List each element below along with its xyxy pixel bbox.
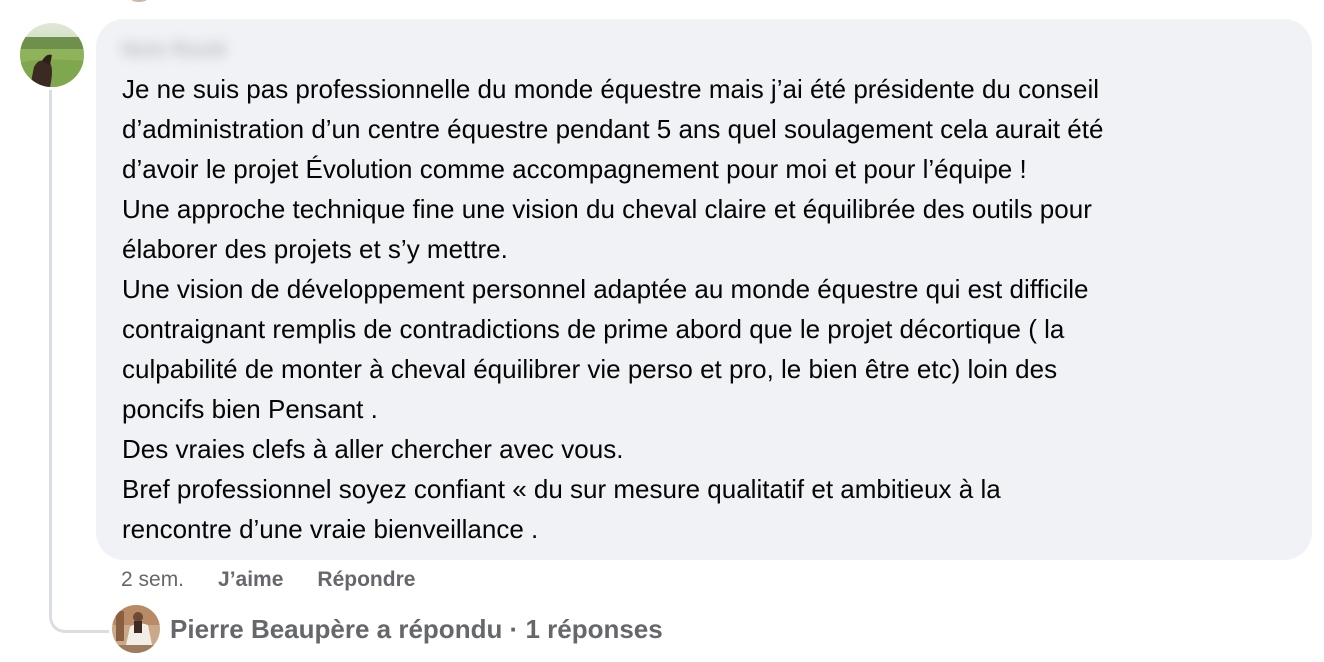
comment-line: d’avoir le projet Évolution comme accomp… <box>122 154 1027 184</box>
reply-summary-text[interactable]: Pierre Beaupère a répondu · 1 réponses <box>170 614 663 645</box>
previous-avatar-edge <box>126 0 152 2</box>
commenter-avatar[interactable] <box>20 23 84 87</box>
comment-line: contraignant remplis de contradictions d… <box>122 314 1065 344</box>
comment-thread: Nom flouté Je ne suis pas professionnell… <box>0 0 1324 662</box>
replier-avatar <box>112 605 160 653</box>
comment-line: Une approche technique fine une vision d… <box>122 194 1092 224</box>
reply-button[interactable]: Répondre <box>317 568 415 592</box>
comment-line: d’administration d’un centre équestre pe… <box>122 114 1104 144</box>
comment-line: poncifs bien Pensant . <box>122 394 378 424</box>
comment-timestamp[interactable]: 2 sem. <box>121 568 184 592</box>
comment-line: Une vision de développement personnel ad… <box>122 274 1089 304</box>
like-button[interactable]: J’aime <box>218 568 283 592</box>
comment-line: Bref professionnel soyez confiant « du s… <box>122 474 1001 504</box>
view-replies-link[interactable]: Pierre Beaupère a répondu · 1 réponses <box>112 605 663 653</box>
comment-line: rencontre d’une vraie bienveillance . <box>122 514 539 544</box>
avatar-photo-horse-rider-icon <box>112 605 160 653</box>
comment-body: Je ne suis pas professionnelle du monde … <box>122 69 1302 549</box>
comment-line: Des vraies clefs à aller chercher avec v… <box>122 434 624 464</box>
comment-actions: 2 sem. J’aime Répondre <box>121 566 415 594</box>
comment-author-name[interactable]: Nom flouté <box>122 39 226 63</box>
comment-line: élaborer des projets et s’y mettre. <box>122 234 508 264</box>
comment-line: culpabilité de monter à cheval équilibre… <box>122 354 1058 384</box>
comment-bubble: Nom flouté Je ne suis pas professionnell… <box>96 19 1312 560</box>
avatar-photo-horse-field-icon <box>20 23 84 87</box>
comment-line: Je ne suis pas professionnelle du monde … <box>122 74 1100 104</box>
